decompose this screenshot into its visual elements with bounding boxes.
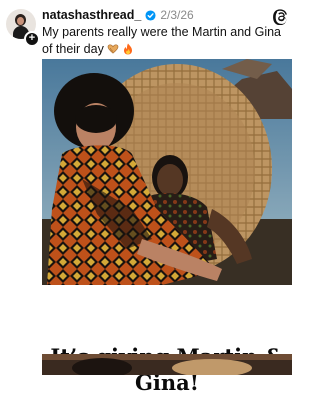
second-photo-strip[interactable] bbox=[42, 354, 292, 375]
meme-caption: It’s giving Martin & Gina! bbox=[42, 285, 292, 413]
follow-plus-icon[interactable]: + bbox=[24, 31, 40, 47]
threads-logo-icon[interactable] bbox=[273, 8, 290, 25]
media-card[interactable]: It’s giving Martin & Gina! bbox=[42, 59, 292, 395]
post-date: 2/3/26 bbox=[160, 8, 194, 22]
heart-hands-emoji bbox=[107, 44, 119, 54]
post-meta: natashasthread_ 2/3/26 bbox=[42, 7, 194, 23]
post-caption: My parents really were the Martin and Gi… bbox=[42, 24, 292, 58]
couple-photo[interactable] bbox=[42, 59, 292, 285]
fire-emoji bbox=[123, 43, 132, 55]
username[interactable]: natashasthread_ bbox=[42, 8, 141, 22]
caption-text: My parents really were the Martin and Gi… bbox=[42, 25, 281, 56]
verified-badge-icon bbox=[145, 9, 156, 21]
avatar-face bbox=[17, 17, 24, 25]
